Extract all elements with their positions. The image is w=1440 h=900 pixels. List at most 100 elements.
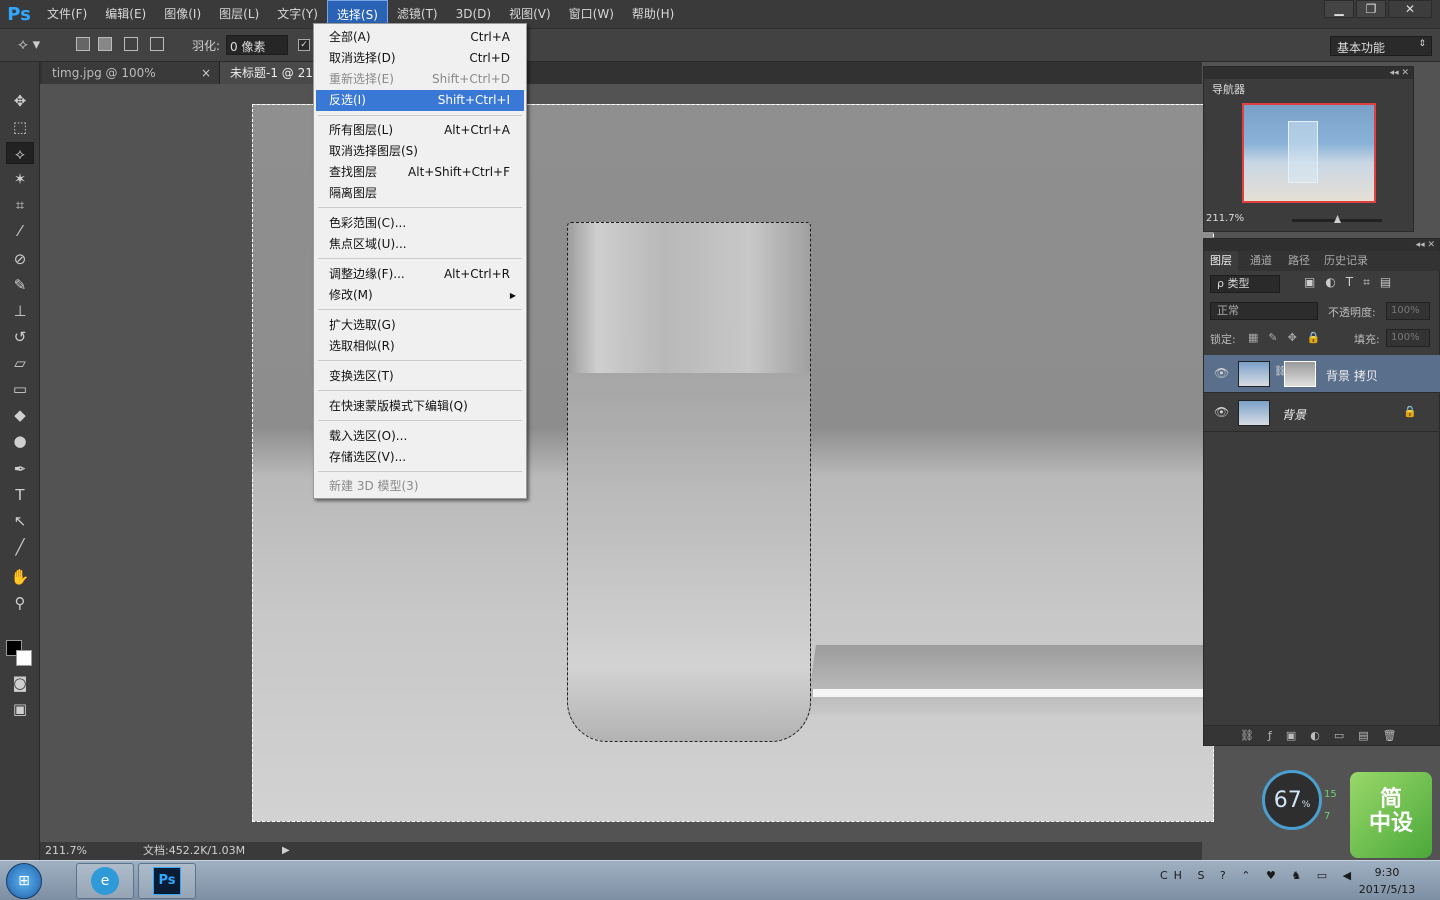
menu-item-focus-area[interactable]: 焦点区域(U)...	[316, 234, 524, 255]
menu-item-load-selection[interactable]: 载入选区(O)...	[316, 426, 524, 447]
intersect-selection-icon[interactable]	[150, 37, 164, 51]
layer-actions-bar[interactable]: ⛓ƒ▣◐▭▤🗑	[1204, 725, 1440, 745]
start-button[interactable]: ⊞	[6, 863, 42, 899]
move-tool-icon[interactable]: ✥	[6, 90, 34, 112]
layer-name[interactable]: 背景	[1282, 406, 1306, 423]
tab-paths[interactable]: 路径	[1288, 251, 1310, 271]
glass-selection[interactable]	[567, 222, 811, 742]
history-brush-icon[interactable]: ↺	[6, 326, 34, 348]
restore-button[interactable]: ❐	[1356, 0, 1386, 18]
anti-alias-checkbox[interactable]: ✓	[298, 39, 310, 51]
fill-input[interactable]: 100%	[1386, 329, 1430, 347]
menu-item-modify[interactable]: 修改(M) ▶	[316, 285, 524, 306]
panel-collapse-bar[interactable]: ◂◂ ✕	[1204, 67, 1413, 79]
polygonal-lasso-icon[interactable]: ⟡ ▾	[18, 35, 52, 57]
select-menu-dropdown: 全部(A) Ctrl+A 取消选择(D) Ctrl+D 重新选择(E) Shift+C…	[313, 23, 527, 499]
minimize-button[interactable]: ▁	[1324, 0, 1354, 18]
document-tabs: timg.jpg @ 100%(RGB/8#) × 未标题-1 @ 212	[40, 62, 1202, 102]
layer-row[interactable]: 👁 背景 🔒	[1204, 394, 1440, 432]
stamp-tool-icon[interactable]: ⊥	[6, 300, 34, 322]
navigator-thumbnail[interactable]	[1242, 103, 1376, 203]
screen-mode-icon[interactable]: ▣	[6, 698, 34, 720]
menu-edit[interactable]: 编辑(E)	[96, 0, 155, 28]
gradient-tool-icon[interactable]: ▭	[6, 378, 34, 400]
subtract-selection-icon[interactable]	[124, 37, 138, 51]
system-tray[interactable]: CH S ? ⌃ ♥ ♞ ▭ ◀	[1160, 869, 1357, 882]
close-button[interactable]: ✕	[1388, 0, 1432, 18]
add-selection-icon[interactable]	[98, 37, 112, 51]
menu-item-deselect[interactable]: 取消选择(D) Ctrl+D	[316, 48, 524, 69]
menu-item-find-layers[interactable]: 查找图层 Alt+Shift+Ctrl+F	[316, 162, 524, 183]
water	[568, 373, 810, 741]
layer-mask-thumbnail[interactable]	[1284, 361, 1316, 387]
navigator-title[interactable]: 导航器	[1212, 81, 1245, 97]
menu-layer[interactable]: 图层(L)	[210, 0, 268, 28]
menu-file[interactable]: 文件(F)	[38, 0, 96, 28]
quick-mask-icon[interactable]: ◙	[6, 672, 34, 694]
line-tool-icon[interactable]: ╱	[6, 536, 34, 558]
taskbar-app-browser[interactable]: e	[76, 863, 134, 899]
zoom-tool-icon[interactable]: ⚲	[6, 592, 34, 614]
menu-item-inverse[interactable]: 反选(I) Shift+Ctrl+I	[316, 90, 524, 111]
feather-input[interactable]: 0 像素	[226, 35, 288, 55]
menu-help[interactable]: 帮助(H)	[623, 0, 683, 28]
menu-item-select-all[interactable]: 全部(A) Ctrl+A	[316, 27, 524, 48]
menu-image[interactable]: 图像(I)	[155, 0, 210, 28]
magic-wand-icon[interactable]: ✶	[6, 168, 34, 190]
menu-item-quick-mask[interactable]: 在快速蒙版模式下编辑(Q)	[316, 396, 524, 417]
menu-item-deselect-layers[interactable]: 取消选择图层(S)	[316, 141, 524, 162]
menu-item-refine-edge[interactable]: 调整边缘(F)... Alt+Ctrl+R	[316, 264, 524, 285]
layer-name[interactable]: 背景 拷贝	[1326, 367, 1378, 384]
healing-brush-icon[interactable]: ⊘	[6, 248, 34, 270]
canvas-area[interactable]	[40, 84, 1214, 842]
eyedropper-icon[interactable]: ⁄	[6, 220, 34, 242]
menu-item-all-layers[interactable]: 所有图层(L) Alt+Ctrl+A	[316, 120, 524, 141]
glass-shadow	[806, 645, 1213, 715]
close-icon[interactable]: ×	[201, 62, 211, 84]
tab-layers[interactable]: 图层	[1204, 251, 1238, 271]
eye-icon[interactable]: 👁	[1214, 405, 1229, 419]
menu-item-isolate-layers[interactable]: 隔离图层	[316, 183, 524, 204]
new-selection-icon[interactable]	[76, 37, 90, 51]
type-tool-icon[interactable]: T	[6, 484, 34, 506]
separator	[318, 360, 522, 361]
lock-icons[interactable]: ▦✎✥🔒	[1248, 331, 1331, 344]
navigator-zoom[interactable]: 211.7%	[1206, 213, 1244, 224]
menu-item-similar[interactable]: 选取相似(R)	[316, 336, 524, 357]
lock-label: 锁定:	[1210, 333, 1236, 346]
menu-item-color-range[interactable]: 色彩范围(C)...	[316, 213, 524, 234]
memory-gauge[interactable]: 67%	[1262, 770, 1322, 830]
tab-history[interactable]: 历史记录	[1324, 251, 1368, 271]
menu-item-transform-selection[interactable]: 变换选区(T)	[316, 366, 524, 387]
dodge-tool-icon[interactable]: ●	[6, 430, 34, 452]
pen-tool-icon[interactable]: ✒	[6, 458, 34, 480]
layer-thumbnail	[1238, 361, 1270, 387]
tab-channels[interactable]: 通道	[1250, 251, 1272, 271]
blur-tool-icon[interactable]: ◆	[6, 404, 34, 426]
layer-row[interactable]: 👁 ⛓ 背景 拷贝	[1204, 355, 1440, 393]
blend-mode-select[interactable]: 正常	[1210, 302, 1318, 320]
status-menu-arrow-icon[interactable]: ▶	[282, 842, 290, 860]
menu-item-grow[interactable]: 扩大选取(G)	[316, 315, 524, 336]
eraser-tool-icon[interactable]: ▱	[6, 352, 34, 374]
menu-item-save-selection[interactable]: 存储选区(V)...	[316, 447, 524, 468]
tab-timg[interactable]: timg.jpg @ 100%(RGB/8#) ×	[42, 62, 220, 102]
menu-window[interactable]: 窗口(W)	[560, 0, 623, 28]
workspace-select[interactable]: 基本功能 ⇕	[1330, 36, 1432, 56]
filter-icons[interactable]: ▣◐T⌗▤	[1304, 275, 1401, 290]
zoom-level[interactable]: 211.7%	[45, 842, 87, 860]
layer-filter-select[interactable]: ρ 类型	[1210, 275, 1280, 293]
panel-collapse-bar[interactable]: ◂◂ ✕	[1204, 239, 1439, 251]
taskbar-app-photoshop[interactable]: Ps	[138, 863, 196, 899]
clock[interactable]: 9:30 2017/5/13	[1352, 864, 1422, 898]
background-color-swatch[interactable]	[16, 650, 32, 666]
hand-tool-icon[interactable]: ✋	[6, 566, 34, 588]
separator	[318, 207, 522, 208]
marquee-tool-icon[interactable]: ⬚	[6, 116, 34, 138]
opacity-input[interactable]: 100%	[1386, 302, 1430, 320]
brush-tool-icon[interactable]: ✎	[6, 274, 34, 296]
lasso-tool-icon[interactable]: ⟡	[6, 142, 34, 164]
eye-icon[interactable]: 👁	[1214, 366, 1229, 380]
path-select-icon[interactable]: ↖	[6, 510, 34, 532]
crop-tool-icon[interactable]: ⌗	[6, 194, 34, 216]
